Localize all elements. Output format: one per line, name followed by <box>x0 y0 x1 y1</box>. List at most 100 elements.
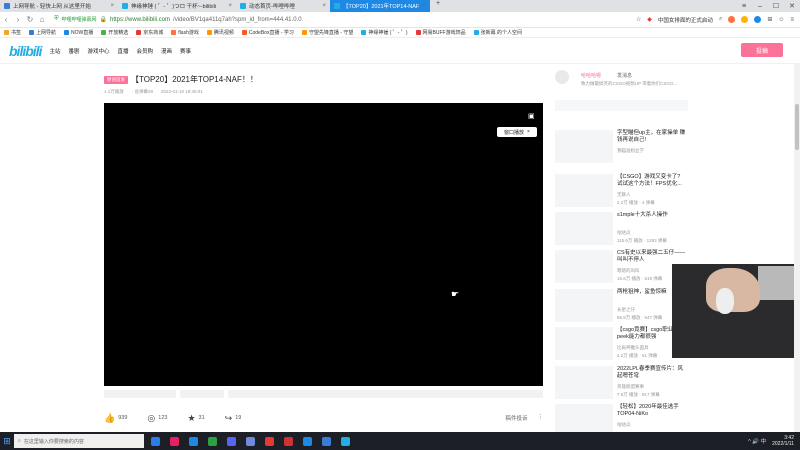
browser-tab[interactable]: 动态首页-哔哩哔哩 × <box>236 0 330 12</box>
bookmark-item[interactable]: 京东商城 <box>136 29 163 36</box>
recommendation-up[interactable]: 英雄联盟赛事 <box>617 384 644 390</box>
extension-icon[interactable] <box>728 16 736 23</box>
close-tab-icon[interactable]: × <box>322 3 326 9</box>
home-icon[interactable]: ⌂ <box>36 15 48 24</box>
url-input[interactable]: ⛨ 哔哩哔哩弹幕网 🔒 https://www.bilibili.com/vid… <box>54 14 514 25</box>
message-link[interactable]: 发消息 <box>617 72 632 79</box>
close-tab-icon[interactable]: × <box>228 3 232 9</box>
recommendation-title[interactable]: 2022LPL春季赛宣传片：风起嗯苍穹 <box>617 366 687 380</box>
star-button[interactable]: ★ 31 <box>187 413 204 424</box>
bookmark-item[interactable]: flash游戏 <box>171 29 199 36</box>
more-actions-icon[interactable]: ⋮ <box>538 414 544 422</box>
recommendation-title[interactable]: 【轻松】2020年最佳选手TOP04-NiKo <box>617 404 687 418</box>
bookmark-item[interactable]: 开放精选 <box>101 29 128 36</box>
taskbar-app-icon[interactable] <box>337 434 353 448</box>
recommendation-up[interactable]: 嗯嗯的叫叫 <box>617 268 640 274</box>
recommendation-thumbnail[interactable] <box>555 174 613 207</box>
scrollbar-thumb[interactable] <box>795 104 799 150</box>
nav-item[interactable]: 番剧 <box>68 47 79 55</box>
search-icon[interactable]: ⌕ <box>719 16 722 23</box>
recommendation-title[interactable]: 字型瞄但up主，在家操单 赚钱再说自己! <box>617 130 687 144</box>
browser-tab[interactable]: 【TOP20】2021年TOP14-NAF × <box>330 0 430 12</box>
bookmark-item[interactable]: 书签 <box>4 29 21 36</box>
recommendation-thumbnail[interactable] <box>555 289 613 322</box>
user-icon[interactable]: ☺ <box>778 17 784 23</box>
bookmark-star-icon[interactable]: ☆ <box>636 16 641 23</box>
browser-tab[interactable]: 神缘神锤 ( ゜- ゜)つロ 干杯~-bilibili × <box>118 0 236 12</box>
back-icon[interactable]: ‹ <box>0 15 12 24</box>
share-button[interactable]: ↪ 19 <box>225 413 242 424</box>
close-icon[interactable]: × <box>527 129 530 135</box>
bookmark-item[interactable]: 守望先锋直播 - 守望 <box>301 29 353 36</box>
bookmark-item[interactable]: 网易BUFF游戏饰品 <box>415 29 466 36</box>
bilibili-logo[interactable]: bilibili <box>9 43 42 59</box>
up-name[interactable]: 哈哈哈嗯 <box>581 72 601 79</box>
bookmark-item[interactable]: 腾讯视频 <box>206 29 234 36</box>
danmaku-input[interactable] <box>180 390 224 398</box>
video-player[interactable]: ▣ 窗口播放 × ☛ <box>104 103 543 386</box>
recommendation-thumbnail[interactable] <box>555 250 613 283</box>
nav-item[interactable]: 主站 <box>49 47 60 55</box>
more-icon[interactable]: ≡ <box>790 17 794 23</box>
apps-icon[interactable]: ⊞ <box>767 16 772 23</box>
up-avatar[interactable] <box>555 70 569 84</box>
start-icon[interactable]: ⊞ <box>0 432 14 450</box>
follow-button[interactable] <box>555 100 688 111</box>
recommendation-thumbnail[interactable] <box>555 212 613 245</box>
taskbar-app-icon[interactable] <box>280 434 296 448</box>
game-extension-icon[interactable] <box>741 16 749 23</box>
clock[interactable]: 3:42 2022/1/11 <box>772 435 794 447</box>
browser-tab[interactable]: 上网导航 - 轻快上网 从这里开始 × <box>0 0 118 12</box>
recommendation-thumbnail[interactable] <box>555 366 613 399</box>
close-window-icon[interactable]: ✕ <box>784 2 800 10</box>
minimize-icon[interactable]: – <box>752 3 768 10</box>
mini-player-button[interactable]: 窗口播放 × <box>497 127 537 137</box>
nav-item[interactable]: 赛事 <box>180 47 191 55</box>
taskbar-app-icon[interactable] <box>147 434 163 448</box>
coin-button[interactable]: ◎ 123 <box>147 413 167 424</box>
tray-icons[interactable]: ^ 🔊 中 <box>748 437 766 445</box>
taskbar-app-icon[interactable] <box>166 434 182 448</box>
taskbar-app-icon[interactable] <box>204 434 220 448</box>
taskbar-app-icon[interactable] <box>318 434 334 448</box>
menu-icon[interactable]: ≡ <box>736 3 752 10</box>
report-link[interactable]: 稿件投诉 <box>505 414 527 422</box>
recommendation-up[interactable]: 咕咕瓜 <box>617 422 631 428</box>
taskbar-app-icon[interactable] <box>261 434 277 448</box>
recommendation-up[interactable]: 咕咕瓜 <box>617 230 631 236</box>
recommendation-title[interactable]: CS有史以来最强二五仔——叫叫不停人 <box>617 250 687 264</box>
recommendation-item[interactable]: 【CSGO】游戏又变卡了? 试试这个方法！FPS优化... 无聊人 2.2万 播… <box>555 174 695 208</box>
recommendation-item[interactable]: 2022LPL春季赛宣传片：风起嗯苍穹 英雄联盟赛事 7.5万 播放 · 817… <box>555 366 695 400</box>
danmaku-toggle-icon[interactable]: ▣ <box>528 112 535 120</box>
page-scrollbar[interactable] <box>794 64 800 432</box>
bookmark-item[interactable]: CodeBox直播 - 学习 <box>241 29 294 36</box>
recommendation-title[interactable]: s1mple十大杀人操作 <box>617 212 687 219</box>
recommendation-up[interactable]: 长星之仔 <box>617 307 635 313</box>
nav-item[interactable]: 游戏中心 <box>87 47 109 55</box>
recommendation-title[interactable]: 【CSGO】游戏又变卡了? 试试这个方法！FPS优化... <box>617 174 687 188</box>
nav-item[interactable]: 直播 <box>118 47 129 55</box>
bookmark-item[interactable]: 张新幕 的个人空间 <box>473 29 522 36</box>
recommendation-up[interactable]: 无聊人 <box>617 192 631 198</box>
download-icon[interactable] <box>754 16 762 23</box>
close-tab-icon[interactable]: × <box>422 3 426 9</box>
taskbar-app-icon[interactable] <box>299 434 315 448</box>
maximize-icon[interactable]: ☐ <box>768 2 784 10</box>
nav-item[interactable]: 漫画 <box>161 47 172 55</box>
new-tab-icon[interactable]: + <box>430 0 446 12</box>
hint-text[interactable]: 中国女排面的正式启动 <box>658 16 713 24</box>
taskbar-app-icon[interactable] <box>242 434 258 448</box>
taskbar-app-icon[interactable] <box>223 434 239 448</box>
recommendation-thumbnail[interactable] <box>555 327 613 360</box>
forward-icon[interactable]: › <box>12 15 24 24</box>
recommendation-up[interactable]: 比肩神魔头面具 <box>617 345 649 351</box>
bookmark-item[interactable]: NOW直播 <box>64 29 93 36</box>
danmaku-setting-bar[interactable] <box>228 390 543 398</box>
recommendation-item[interactable]: 字型瞄但up主，在家操单 赚钱再说自己! 我瞄准粉丝学 <box>555 130 695 164</box>
nav-item[interactable]: 会员购 <box>137 47 154 55</box>
recommendation-item[interactable]: s1mple十大杀人操作 咕咕瓜 115.6万 播放 · 1293 弹幕 <box>555 212 695 246</box>
post-button[interactable]: 投稿 <box>741 43 783 57</box>
close-tab-icon[interactable]: × <box>110 3 114 9</box>
reload-icon[interactable]: ↻ <box>24 15 36 24</box>
taskbar-search[interactable]: ⌕ 在这里输入你要搜索的内容 <box>14 434 144 448</box>
